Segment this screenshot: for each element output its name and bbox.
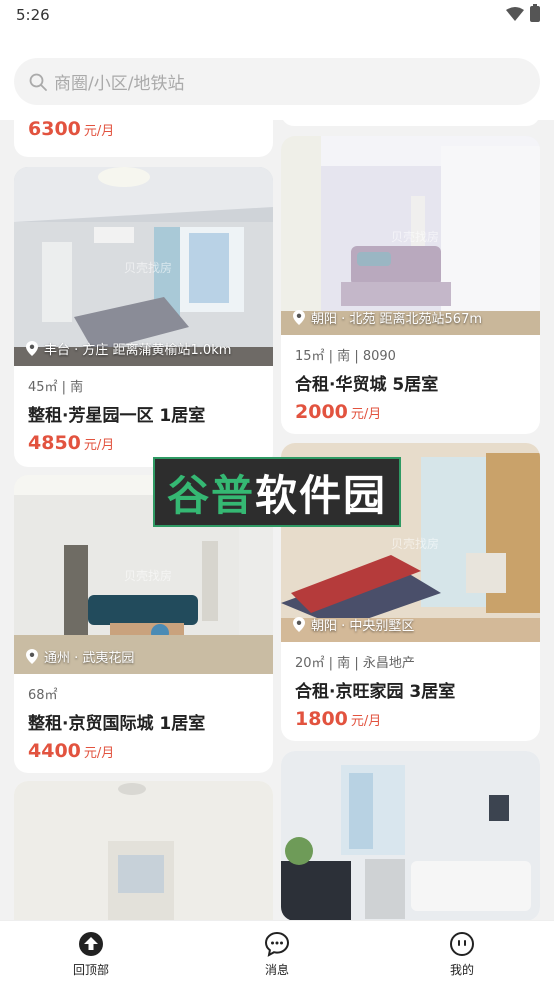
price-unit: 元/月 [83, 746, 115, 761]
card-price: 6300 元/月 [28, 120, 259, 140]
listing-card[interactable]: 贝壳找房 丰台 · 方庄 距离蒲黄榆站1.0km 45㎡ | 南 整租·芳星园一… [14, 167, 273, 467]
listing-card-partial[interactable] [281, 120, 540, 126]
room-photo [14, 781, 273, 920]
card-title: 整租·京贸国际城 1居室 [28, 714, 206, 734]
tab-messages[interactable]: 消息 [232, 931, 322, 978]
listing-photo [14, 781, 273, 920]
card-location: 通州 · 武夷花园 [26, 647, 134, 666]
search-placeholder: 商圈/小区/地铁站 [54, 74, 185, 94]
bottom-tab-bar: 回顶部 消息 我的 [0, 920, 554, 986]
room-photo [281, 751, 540, 920]
banner-text-green: 谷普 [166, 470, 255, 520]
listing-card[interactable]: 6300 元/月 [14, 120, 273, 157]
photo-watermark: 贝壳找房 [124, 261, 173, 275]
card-meta: 68㎡ [28, 688, 58, 703]
card-title: 合租·华贸城 5居室 [295, 375, 439, 395]
listing-photo: 贝壳找房 朝阳 · 北苑 距离北苑站567m [281, 136, 540, 335]
listing-card[interactable] [14, 781, 273, 920]
card-title: 合租·京旺家园 3居室 [295, 682, 456, 702]
photo-watermark: 贝壳找房 [391, 230, 440, 244]
card-location: 朝阳 · 北苑 距离北苑站567m [293, 308, 482, 327]
card-meta: 45㎡ | 南 [28, 380, 84, 395]
card-location: 丰台 · 方庄 距离蒲黄榆站1.0km [26, 339, 231, 358]
tab-label: 消息 [264, 963, 289, 977]
location-pin-icon [293, 310, 305, 325]
listing-photo: 贝壳找房 丰台 · 方庄 距离蒲黄榆站1.0km [14, 167, 273, 366]
price-value: 6300 [28, 120, 81, 140]
listing-card[interactable] [281, 751, 540, 920]
location-pin-icon [293, 617, 305, 632]
price-unit: 元/月 [350, 407, 382, 422]
location-pin-icon [26, 649, 38, 664]
price-value: 2000 [295, 401, 348, 423]
photo-watermark: 贝壳找房 [391, 537, 440, 551]
location-text: 朝阳 · 中央别墅区 [311, 619, 415, 634]
tab-label: 我的 [449, 963, 474, 977]
chat-bubble-icon [264, 931, 290, 957]
wifi-icon [506, 7, 524, 21]
price-value: 4400 [28, 740, 81, 762]
price-unit: 元/月 [83, 438, 115, 453]
tab-profile[interactable]: 我的 [417, 931, 507, 978]
card-price: 2000 元/月 [295, 401, 526, 423]
card-meta: 20㎡ | 南 | 永昌地产 [295, 656, 415, 671]
face-icon [450, 932, 474, 956]
location-text: 通州 · 武夷花园 [44, 651, 135, 666]
card-title: 整租·芳星园一区 1居室 [28, 406, 206, 426]
overlay-watermark-banner: 谷普 软件园 [153, 457, 401, 527]
card-price: 4400 元/月 [28, 740, 259, 762]
listing-card[interactable]: 贝壳找房 朝阳 · 北苑 距离北苑站567m 15㎡ | 南 | 8090 合租… [281, 136, 540, 434]
location-text: 丰台 · 方庄 距离蒲黄榆站1.0km [44, 343, 232, 358]
status-time: 5:26 [16, 6, 50, 24]
card-price: 1800 元/月 [295, 708, 526, 730]
status-bar: 5:26 [0, 0, 554, 30]
tab-back-to-top[interactable]: 回顶部 [46, 931, 136, 978]
battery-icon [530, 4, 540, 22]
card-meta: 15㎡ | 南 | 8090 [295, 349, 396, 364]
search-input[interactable]: 商圈/小区/地铁站 [14, 58, 540, 105]
price-unit: 元/月 [350, 714, 382, 729]
card-location: 朝阳 · 中央别墅区 [293, 615, 414, 634]
status-icons [506, 4, 540, 22]
banner-text-white: 软件园 [255, 470, 388, 520]
arrow-up-circle-icon [79, 932, 103, 956]
photo-watermark: 贝壳找房 [124, 569, 173, 583]
listing-photo [281, 751, 540, 920]
card-price: 4850 元/月 [28, 432, 259, 454]
price-value: 4850 [28, 432, 81, 454]
price-unit: 元/月 [83, 124, 115, 139]
location-text: 朝阳 · 北苑 距离北苑站567m [311, 312, 483, 327]
price-value: 1800 [295, 708, 348, 730]
tab-label: 回顶部 [72, 963, 109, 977]
search-icon [29, 73, 47, 91]
location-pin-icon [26, 341, 38, 356]
